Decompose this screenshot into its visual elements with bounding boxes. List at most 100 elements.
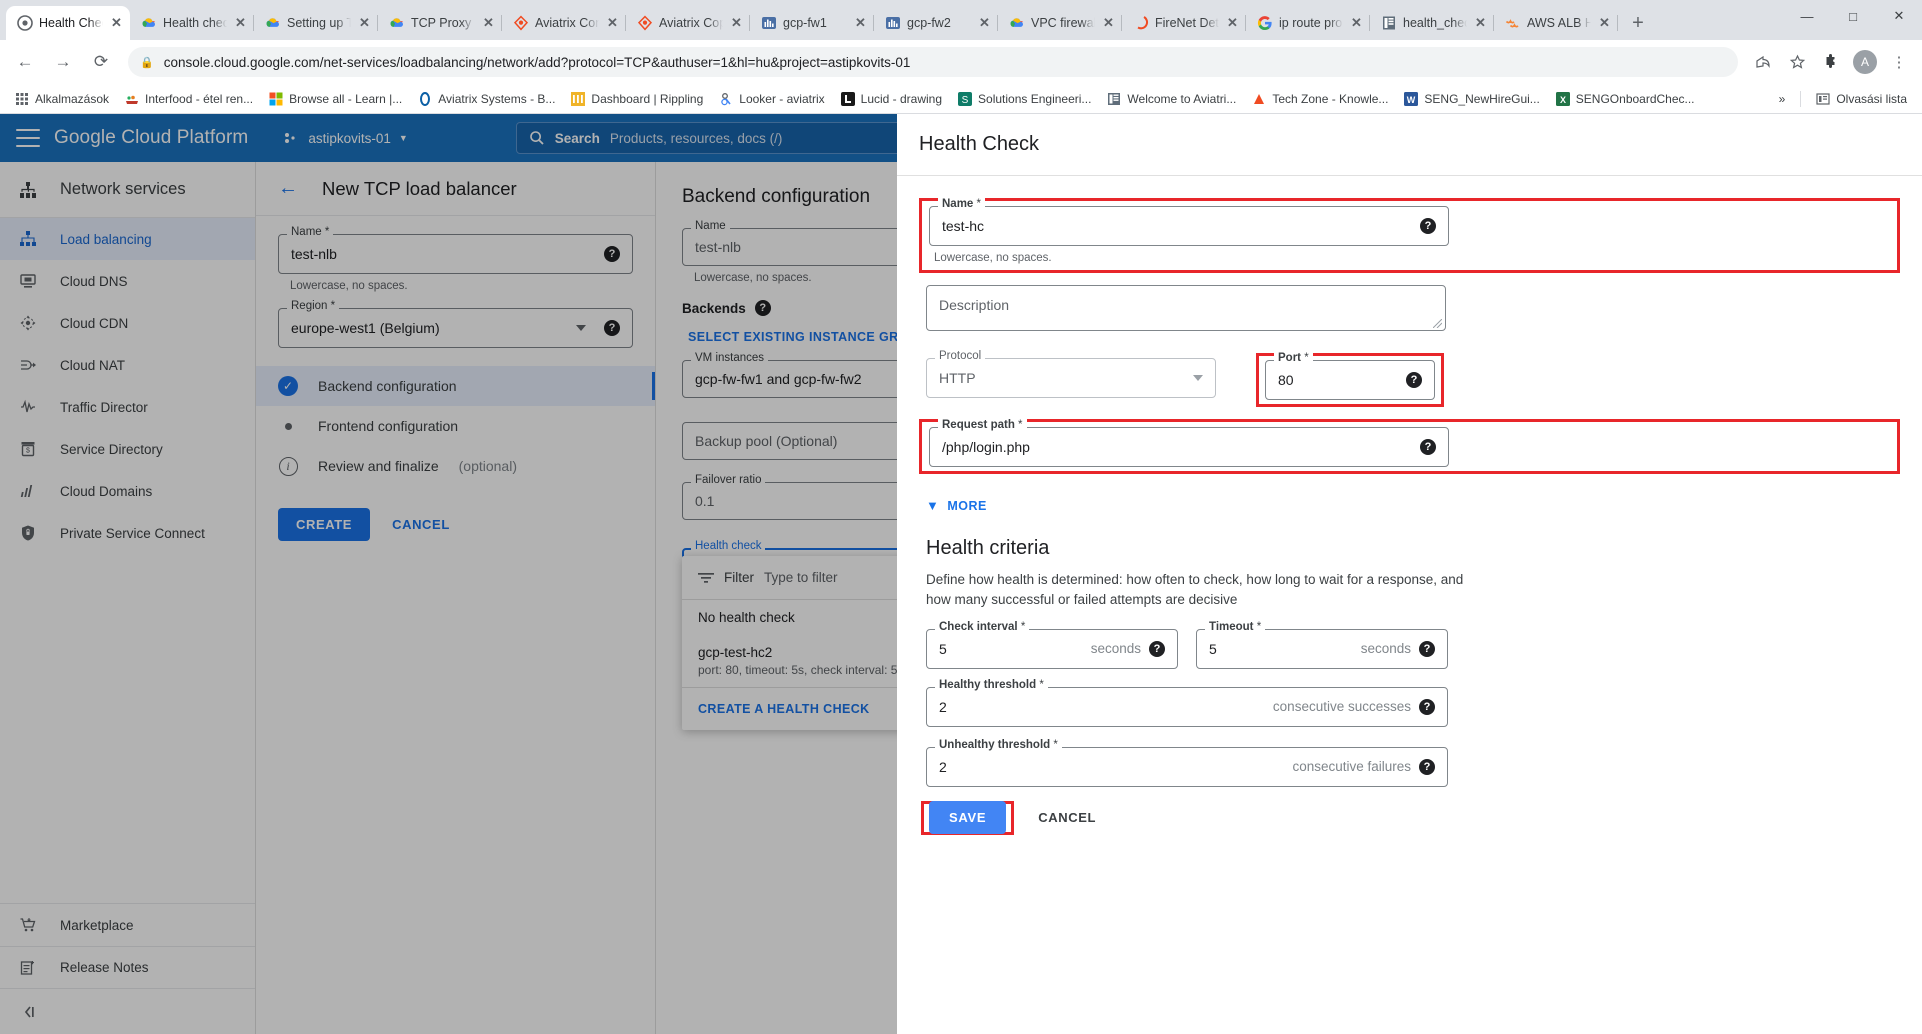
bookmark-item[interactable]: Alkalmazások: [8, 89, 116, 109]
close-icon[interactable]: ✕: [977, 15, 992, 31]
browser-tab[interactable]: VPC firewall ✕: [998, 6, 1122, 40]
hc-unhealthy-threshold-field[interactable]: Unhealthy threshold * 2 consecutive fail…: [926, 747, 1448, 787]
more-toggle[interactable]: ▼ MORE: [926, 484, 1900, 515]
extensions-puzzle-icon[interactable]: [1816, 47, 1846, 77]
browser-tab[interactable]: ip route pro ✕: [1246, 6, 1370, 40]
bookmark-item[interactable]: Interfood - étel ren...: [118, 89, 260, 109]
resize-grip-icon[interactable]: [1433, 319, 1442, 328]
hc-healthy-threshold-field[interactable]: Healthy threshold * 2 consecutive succes…: [926, 687, 1448, 727]
bookmark-item[interactable]: Dashboard | Rippling: [564, 89, 710, 109]
hc-check-interval-value: 5: [939, 641, 1083, 657]
maximize-button[interactable]: □: [1830, 0, 1876, 32]
document-icon: [1381, 15, 1397, 31]
bookmark-item[interactable]: Looker - aviatrix: [712, 89, 831, 109]
bookmark-star-icon[interactable]: [1782, 47, 1812, 77]
bookmark-item[interactable]: Tech Zone - Knowle...: [1245, 89, 1395, 109]
tab-title: Aviatrix Cop: [659, 16, 723, 30]
hc-port-field[interactable]: Port * 80 ?: [1265, 360, 1435, 400]
close-icon[interactable]: ✕: [233, 15, 248, 31]
close-icon[interactable]: ✕: [1101, 15, 1116, 31]
modal-scrim[interactable]: [0, 114, 897, 1034]
protocol-port-row: Protocol HTTP Port * 80 ?: [926, 353, 1900, 407]
reading-list-button[interactable]: Olvasási lista: [1809, 89, 1914, 109]
close-icon[interactable]: ✕: [729, 15, 744, 31]
hc-name-value: test-hc: [942, 218, 1412, 234]
reading-list-icon: [1816, 92, 1830, 106]
help-icon[interactable]: ?: [1420, 218, 1436, 234]
bookmark-item[interactable]: Aviatrix Systems - B...: [411, 89, 562, 109]
reading-list-label: Olvasási lista: [1836, 92, 1907, 106]
minimize-button[interactable]: —: [1784, 0, 1830, 32]
close-icon[interactable]: ✕: [1225, 15, 1240, 31]
save-button[interactable]: SAVE: [929, 801, 1006, 834]
help-icon[interactable]: ?: [1419, 699, 1435, 715]
browser-tab[interactable]: health_chec ✕: [1370, 6, 1494, 40]
browser-tab[interactable]: Aviatrix Cop ✕: [626, 6, 750, 40]
hc-description-placeholder: Description: [939, 297, 1009, 313]
close-icon[interactable]: ✕: [357, 15, 372, 31]
interval-timeout-row: Check interval * 5 seconds ? Timeout * 5: [926, 629, 1900, 675]
hc-port-value: 80: [1278, 372, 1398, 388]
svg-text:X: X: [1560, 95, 1566, 105]
bookmark-label: Dashboard | Rippling: [591, 92, 703, 106]
looker-icon: [719, 92, 733, 106]
tab-title: health_chec: [1403, 16, 1467, 30]
close-icon[interactable]: ✕: [1349, 15, 1364, 31]
hc-protocol-field[interactable]: Protocol HTTP: [926, 358, 1216, 398]
browser-tab[interactable]: FireNet Det ✕: [1122, 6, 1246, 40]
help-icon[interactable]: ?: [1149, 641, 1165, 657]
hc-timeout-field[interactable]: Timeout * 5 seconds ?: [1196, 629, 1448, 669]
close-icon[interactable]: ✕: [853, 15, 868, 31]
excel-icon: X: [1556, 92, 1570, 106]
tab-title: gcp-fw1: [783, 16, 847, 30]
hc-request-path-field[interactable]: Request path * /php/login.php ?: [929, 427, 1449, 467]
bookmark-item[interactable]: W SENG_NewHireGui...: [1397, 89, 1546, 109]
kebab-menu-icon[interactable]: ⋮: [1884, 47, 1914, 77]
help-icon[interactable]: ?: [1419, 641, 1435, 657]
bookmarks-overflow-button[interactable]: »: [1772, 89, 1793, 109]
close-icon[interactable]: ✕: [605, 15, 620, 31]
close-window-button[interactable]: ✕: [1876, 0, 1922, 32]
browser-tab[interactable]: AWS ALB H ✕: [1494, 6, 1618, 40]
hc-name-field[interactable]: Name * test-hc ?: [929, 206, 1449, 246]
microsoft-icon: [269, 92, 283, 106]
hc-healthy-threshold-label: Healthy threshold *: [935, 679, 1048, 691]
close-icon[interactable]: ✕: [1473, 15, 1488, 31]
address-bar[interactable]: 🔒 console.cloud.google.com/net-services/…: [128, 47, 1738, 77]
help-icon[interactable]: ?: [1420, 439, 1436, 455]
hc-request-path-label: Request path *: [938, 419, 1027, 431]
help-icon[interactable]: ?: [1406, 372, 1422, 388]
reload-button[interactable]: ⟳: [84, 45, 118, 79]
back-button[interactable]: ←: [8, 45, 42, 79]
hc-description-field[interactable]: Description: [926, 285, 1446, 331]
bookmark-item[interactable]: Browse all - Learn |...: [262, 89, 409, 109]
browser-tab[interactable]: Health chec ✕: [130, 6, 254, 40]
hc-check-interval-field[interactable]: Check interval * 5 seconds ?: [926, 629, 1178, 669]
browser-tab[interactable]: Aviatrix Con ✕: [502, 6, 626, 40]
forward-button[interactable]: →: [46, 45, 80, 79]
tab-title: gcp-fw2: [907, 16, 971, 30]
bookmark-item[interactable]: Lucid - drawing: [834, 89, 949, 109]
help-icon[interactable]: ?: [1419, 759, 1435, 775]
new-tab-button[interactable]: +: [1624, 9, 1652, 37]
hc-unhealthy-threshold-value: 2: [939, 759, 1284, 775]
bookmark-item[interactable]: X SENGOnboardChec...: [1549, 89, 1702, 109]
tab-title: VPC firewall: [1031, 16, 1095, 30]
chevron-down-icon[interactable]: [1193, 375, 1203, 381]
hc-timeout-label: Timeout *: [1205, 621, 1265, 633]
close-icon[interactable]: ✕: [1597, 15, 1612, 31]
gcp-healthcheck-icon: [17, 15, 33, 31]
aws-icon: [1505, 15, 1521, 31]
bookmark-item[interactable]: Welcome to Aviatri...: [1100, 89, 1243, 109]
browser-tab[interactable]: Setting up T ✕: [254, 6, 378, 40]
share-icon[interactable]: [1748, 47, 1778, 77]
browser-tab[interactable]: gcp-fw1 ✕: [750, 6, 874, 40]
avatar[interactable]: A: [1850, 47, 1880, 77]
cancel-button[interactable]: CANCEL: [1024, 810, 1110, 825]
close-icon[interactable]: ✕: [481, 15, 496, 31]
close-icon[interactable]: ✕: [109, 15, 124, 31]
browser-tab[interactable]: gcp-fw2 ✕: [874, 6, 998, 40]
bookmark-item[interactable]: S Solutions Engineeri...: [951, 89, 1098, 109]
browser-tab[interactable]: TCP Proxy L ✕: [378, 6, 502, 40]
browser-tab[interactable]: Health Chec ✕: [6, 6, 130, 40]
